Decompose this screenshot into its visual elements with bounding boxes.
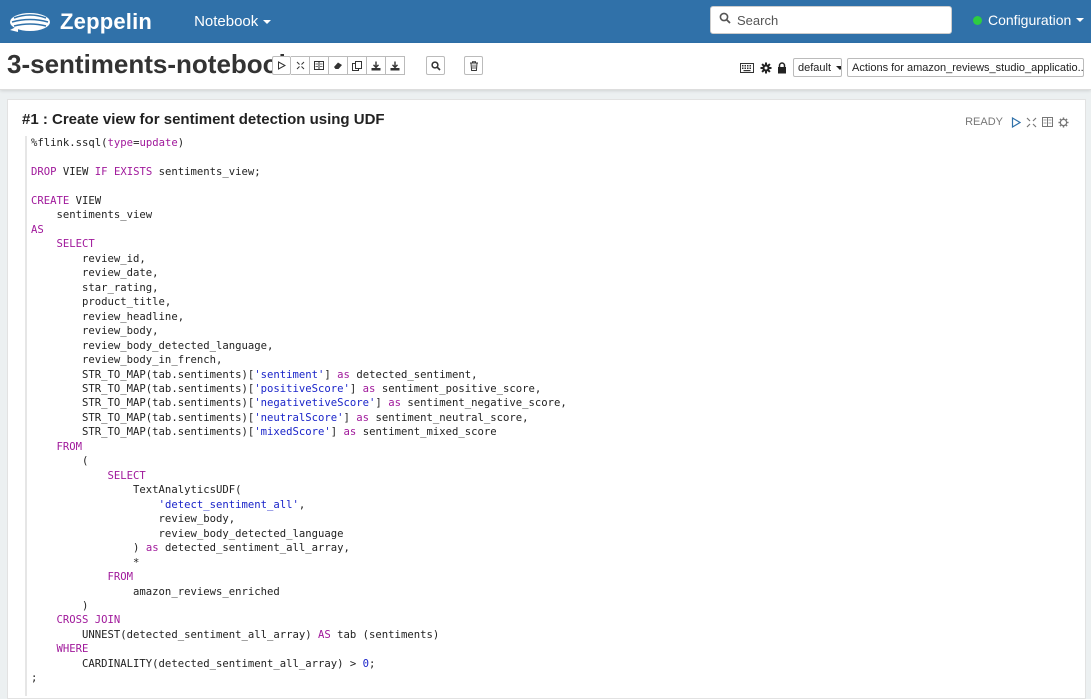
code-line: CARDINALITY(detected_sentiment_all_array… (31, 657, 376, 670)
code-line: FROM (107, 571, 134, 584)
code-line: review_id, (31, 252, 146, 265)
notebook-menu-label: Notebook (194, 13, 259, 30)
gear-icon[interactable] (1058, 116, 1069, 128)
actions-select[interactable]: Actions for amazon_reviews_studio_applic… (847, 58, 1084, 77)
export-ipynb-button[interactable] (386, 56, 405, 75)
search-icon (719, 11, 731, 29)
code-line: FROM (56, 440, 83, 453)
chevron-down-icon (263, 19, 272, 24)
keyboard-icon[interactable] (740, 62, 754, 73)
clone-notebook-button[interactable] (348, 56, 367, 75)
code-line: ) (31, 600, 89, 612)
search-box[interactable] (710, 6, 952, 34)
brand-name: Zeppelin (60, 8, 153, 34)
play-icon[interactable] (1011, 116, 1021, 128)
code-line: review_body_in_french, (31, 354, 223, 367)
code-line: SELECT (56, 238, 95, 251)
configuration-label: Configuration (988, 12, 1072, 28)
gear-icon[interactable] (760, 62, 772, 74)
toggle-output-button[interactable] (310, 56, 329, 75)
lock-icon[interactable] (777, 61, 787, 74)
collapse-icon[interactable] (1026, 117, 1037, 128)
status-dot-icon (973, 15, 982, 25)
collapse-icon (296, 61, 305, 70)
notebook-menu[interactable]: Notebook (194, 13, 272, 30)
delete-toolbar (464, 56, 483, 75)
code-line: CROSS JOIN (56, 614, 121, 627)
search-input[interactable] (735, 11, 935, 29)
code-line: CREATE VIEW (31, 194, 102, 207)
search-code-toolbar (426, 56, 445, 75)
interpreter-select-value: default (798, 61, 832, 74)
code-line: review_headline, (31, 310, 185, 323)
paragraph-card: #1 : Create view for sentiment detection… (7, 99, 1086, 699)
chevron-down-icon (1076, 18, 1085, 22)
paragraph-title[interactable]: #1 : Create view for sentiment detection… (22, 111, 385, 128)
code-line: STR_TO_MAP(tab.sentiments)['negativetive… (31, 397, 567, 410)
code-line: STR_TO_MAP(tab.sentiments)['neutralScore… (31, 411, 529, 424)
code-line: UNNEST(detected_sentiment_all_array) AS … (31, 628, 440, 641)
trash-icon (469, 60, 479, 71)
code-line: sentiments_view (31, 209, 153, 222)
code-text[interactable]: %flink.ssql(type=update) DROP VIEW IF EX… (27, 136, 1075, 686)
code-line: * (31, 556, 140, 569)
interpreter-select[interactable]: default (793, 58, 842, 77)
copy-icon (352, 60, 362, 71)
code-line: ( (31, 455, 89, 468)
notebook-action-toolbar (272, 56, 405, 75)
code-line: TextAnalyticsUDF( (31, 484, 242, 497)
notebook-settings-toolbar: default Actions for amazon_reviews_studi… (740, 58, 1084, 77)
code-line: STR_TO_MAP(tab.sentiments)['positiveScor… (31, 382, 542, 395)
code-line: star_rating, (31, 281, 159, 294)
code-line: amazon_reviews_enriched (31, 585, 280, 598)
code-line: review_body, (31, 325, 159, 338)
chevron-down-icon (836, 65, 841, 70)
clear-output-button[interactable] (329, 56, 348, 75)
run-all-button[interactable] (272, 56, 291, 75)
code-line: WHERE (56, 643, 89, 656)
code-line: %flink.ssql(type=update) (31, 137, 185, 149)
code-line: ; (31, 672, 38, 685)
code-line: review_body_detected_language (31, 527, 344, 540)
code-line: 'detect_sentiment_all', (158, 498, 306, 511)
code-line: review_body, (31, 513, 236, 526)
top-navbar: Zeppelin Notebook Configuration (0, 0, 1091, 43)
download-icon (390, 61, 400, 71)
search-icon (430, 60, 441, 71)
eraser-icon (333, 61, 343, 70)
download-icon (371, 61, 381, 71)
code-editor[interactable]: %flink.ssql(type=update) DROP VIEW IF EX… (25, 136, 1075, 696)
paragraph-status: READY (965, 116, 1003, 128)
book-icon[interactable] (1042, 117, 1053, 127)
code-line: product_title, (31, 296, 172, 309)
zeppelin-logo-icon (8, 8, 52, 36)
code-line: review_date, (31, 267, 159, 280)
export-notebook-button[interactable] (367, 56, 386, 75)
actions-select-value: Actions for amazon_reviews_studio_applic… (852, 61, 1084, 74)
notebook-header: 3-sentiments-notebook default Actions fo… (0, 43, 1091, 90)
play-icon (277, 61, 286, 70)
delete-notebook-button[interactable] (464, 56, 483, 75)
code-line: STR_TO_MAP(tab.sentiments)['mixedScore']… (31, 426, 497, 439)
paragraph-controls: READY (965, 116, 1069, 128)
book-icon (314, 61, 324, 70)
brand[interactable]: Zeppelin (8, 8, 152, 36)
code-line: STR_TO_MAP(tab.sentiments)['sentiment'] … (31, 368, 478, 381)
configuration-menu[interactable]: Configuration (973, 12, 1085, 28)
code-line: SELECT (107, 469, 146, 482)
toggle-code-button[interactable] (291, 56, 310, 75)
code-line: AS (31, 223, 44, 236)
code-line: ) as detected_sentiment_all_array, (31, 542, 350, 555)
notebook-title[interactable]: 3-sentiments-notebook (7, 49, 293, 80)
code-line: DROP VIEW IF EXISTS sentiments_view; (31, 165, 261, 178)
code-line: review_body_detected_language, (31, 339, 274, 352)
search-code-button[interactable] (426, 56, 445, 75)
